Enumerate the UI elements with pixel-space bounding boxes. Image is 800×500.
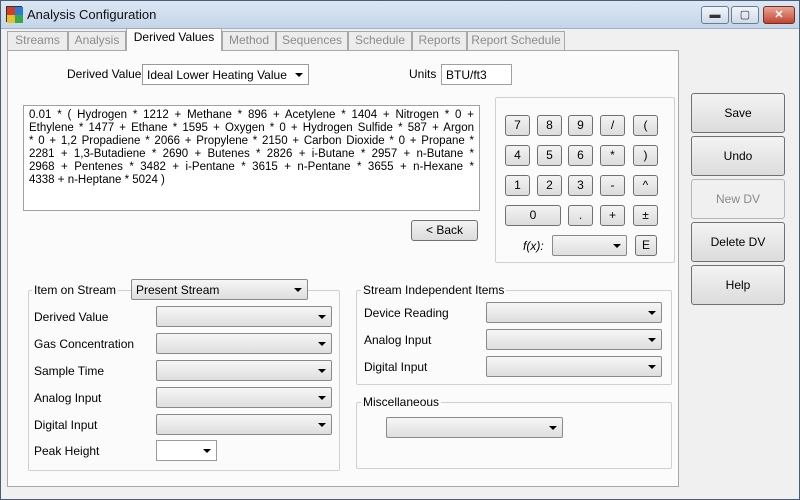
key-6[interactable]: 6 bbox=[568, 145, 593, 166]
chevron-down-icon bbox=[318, 315, 326, 319]
window-title: Analysis Configuration bbox=[27, 7, 157, 22]
chevron-down-icon bbox=[318, 369, 326, 373]
minimize-button[interactable]: ▬ bbox=[701, 6, 729, 24]
expression-editor[interactable]: 0.01 * ( Hydrogen * 1212 + Methane * 896… bbox=[23, 105, 480, 211]
stream-independent-title: Stream Independent Items bbox=[361, 283, 507, 297]
item-on-stream-label: Item on Stream bbox=[32, 283, 119, 297]
key-3[interactable]: 3 bbox=[568, 175, 593, 196]
chevron-down-icon bbox=[203, 449, 211, 453]
chevron-down-icon bbox=[549, 426, 557, 430]
maximize-button[interactable]: ▢ bbox=[731, 6, 759, 24]
digital-input-label: Digital Input bbox=[34, 418, 98, 432]
independent-analog-input-label: Analog Input bbox=[364, 333, 432, 347]
key-e[interactable]: E bbox=[635, 235, 657, 256]
key-4[interactable]: 4 bbox=[505, 145, 530, 166]
key-minus[interactable]: - bbox=[600, 175, 625, 196]
device-reading-label: Device Reading bbox=[364, 306, 449, 320]
derived-value-selected: Ideal Lower Heating Value bbox=[147, 68, 287, 82]
derived-value-label: Derived Value bbox=[67, 67, 142, 81]
peak-height-label: Peak Height bbox=[34, 444, 100, 458]
key-power[interactable]: ^ bbox=[633, 175, 658, 196]
digital-input-stream-select[interactable] bbox=[156, 414, 332, 435]
chevron-down-icon bbox=[294, 288, 302, 292]
analog-input-label: Analog Input bbox=[34, 391, 102, 405]
chevron-down-icon bbox=[318, 396, 326, 400]
key-close-paren[interactable]: ) bbox=[633, 145, 658, 166]
derived-value-field-label: Derived Value bbox=[34, 310, 109, 324]
chevron-down-icon bbox=[648, 311, 656, 315]
chevron-down-icon bbox=[318, 342, 326, 346]
maximize-icon: ▢ bbox=[739, 9, 751, 21]
title-bar[interactable]: Analysis Configuration ▬ ▢ ✕ bbox=[1, 1, 799, 29]
close-button[interactable]: ✕ bbox=[763, 6, 795, 24]
expression-line: 2281 + 1,3-Butadiene * 2690 + Butenes * … bbox=[29, 148, 474, 160]
new-dv-button[interactable]: New DV bbox=[691, 179, 785, 219]
chevron-down-icon bbox=[295, 73, 303, 77]
device-reading-select[interactable] bbox=[486, 302, 662, 323]
independent-analog-input-select[interactable] bbox=[486, 329, 662, 350]
expression-line: 4338 + n-Heptane * 5024 ) bbox=[29, 174, 165, 186]
derived-value-stream-select[interactable] bbox=[156, 306, 332, 327]
key-0[interactable]: 0 bbox=[505, 205, 561, 226]
chevron-down-icon bbox=[318, 423, 326, 427]
miscellaneous-title: Miscellaneous bbox=[361, 395, 442, 409]
peak-height-select[interactable] bbox=[156, 440, 217, 461]
key-plus-minus[interactable]: ± bbox=[633, 205, 658, 226]
expression-line: 0.01 * ( Hydrogen * 1212 + Methane * 896… bbox=[29, 109, 474, 121]
sample-time-select[interactable] bbox=[156, 360, 332, 381]
expression-line: * 0 + 1,2 Propadiene * 2066 + Propylene … bbox=[29, 135, 474, 147]
key-multiply[interactable]: * bbox=[600, 145, 625, 166]
function-label: f(x): bbox=[523, 239, 544, 253]
independent-digital-input-label: Digital Input bbox=[364, 360, 428, 374]
help-button[interactable]: Help bbox=[691, 265, 785, 305]
miscellaneous-select[interactable] bbox=[386, 417, 563, 438]
back-button[interactable]: < Back bbox=[411, 220, 478, 241]
key-plus[interactable]: + bbox=[600, 205, 625, 226]
function-select[interactable] bbox=[552, 235, 627, 256]
units-label: Units bbox=[409, 67, 437, 81]
undo-button[interactable]: Undo bbox=[691, 136, 785, 176]
key-8[interactable]: 8 bbox=[537, 115, 562, 136]
derived-value-select[interactable]: Ideal Lower Heating Value bbox=[142, 64, 309, 85]
chevron-down-icon bbox=[648, 365, 656, 369]
key-1[interactable]: 1 bbox=[505, 175, 530, 196]
stream-select[interactable]: Present Stream bbox=[131, 279, 308, 300]
chevron-down-icon bbox=[613, 244, 621, 248]
tab-derived-values[interactable]: Derived Values bbox=[126, 28, 222, 51]
stream-selected: Present Stream bbox=[136, 283, 220, 297]
minimize-icon: ▬ bbox=[709, 9, 721, 21]
save-button[interactable]: Save bbox=[691, 93, 785, 133]
expression-line: 2968 + Pentenes * 3482 + i-Pentane * 361… bbox=[29, 161, 474, 173]
units-input[interactable]: BTU/ft3 bbox=[441, 64, 512, 85]
delete-dv-button[interactable]: Delete DV bbox=[691, 222, 785, 262]
application-window: Analysis Configuration ▬ ▢ ✕ Streams Ana… bbox=[0, 0, 800, 500]
independent-digital-input-select[interactable] bbox=[486, 356, 662, 377]
key-9[interactable]: 9 bbox=[568, 115, 593, 136]
sample-time-label: Sample Time bbox=[34, 364, 105, 378]
key-decimal[interactable]: . bbox=[568, 205, 593, 226]
tab-analysis[interactable]: Analysis bbox=[68, 31, 126, 50]
key-divide[interactable]: / bbox=[600, 115, 625, 136]
tab-schedule[interactable]: Schedule bbox=[348, 31, 412, 50]
chevron-down-icon bbox=[648, 338, 656, 342]
tab-streams[interactable]: Streams bbox=[7, 31, 68, 50]
tab-reports[interactable]: Reports bbox=[412, 31, 467, 50]
tab-method[interactable]: Method bbox=[222, 31, 276, 50]
key-5[interactable]: 5 bbox=[537, 145, 562, 166]
gas-concentration-label: Gas Concentration bbox=[34, 337, 135, 351]
key-7[interactable]: 7 bbox=[505, 115, 530, 136]
key-open-paren[interactable]: ( bbox=[633, 115, 658, 136]
gas-concentration-select[interactable] bbox=[156, 333, 332, 354]
key-2[interactable]: 2 bbox=[537, 175, 562, 196]
expression-line: Ethylene * 1477 + Ethane * 1595 + Oxygen… bbox=[29, 122, 474, 134]
close-icon: ✕ bbox=[774, 9, 784, 21]
analog-input-stream-select[interactable] bbox=[156, 387, 332, 408]
tab-report-schedule[interactable]: Report Schedule bbox=[467, 31, 565, 50]
app-icon bbox=[6, 6, 23, 23]
tab-sequences[interactable]: Sequences bbox=[276, 31, 348, 50]
